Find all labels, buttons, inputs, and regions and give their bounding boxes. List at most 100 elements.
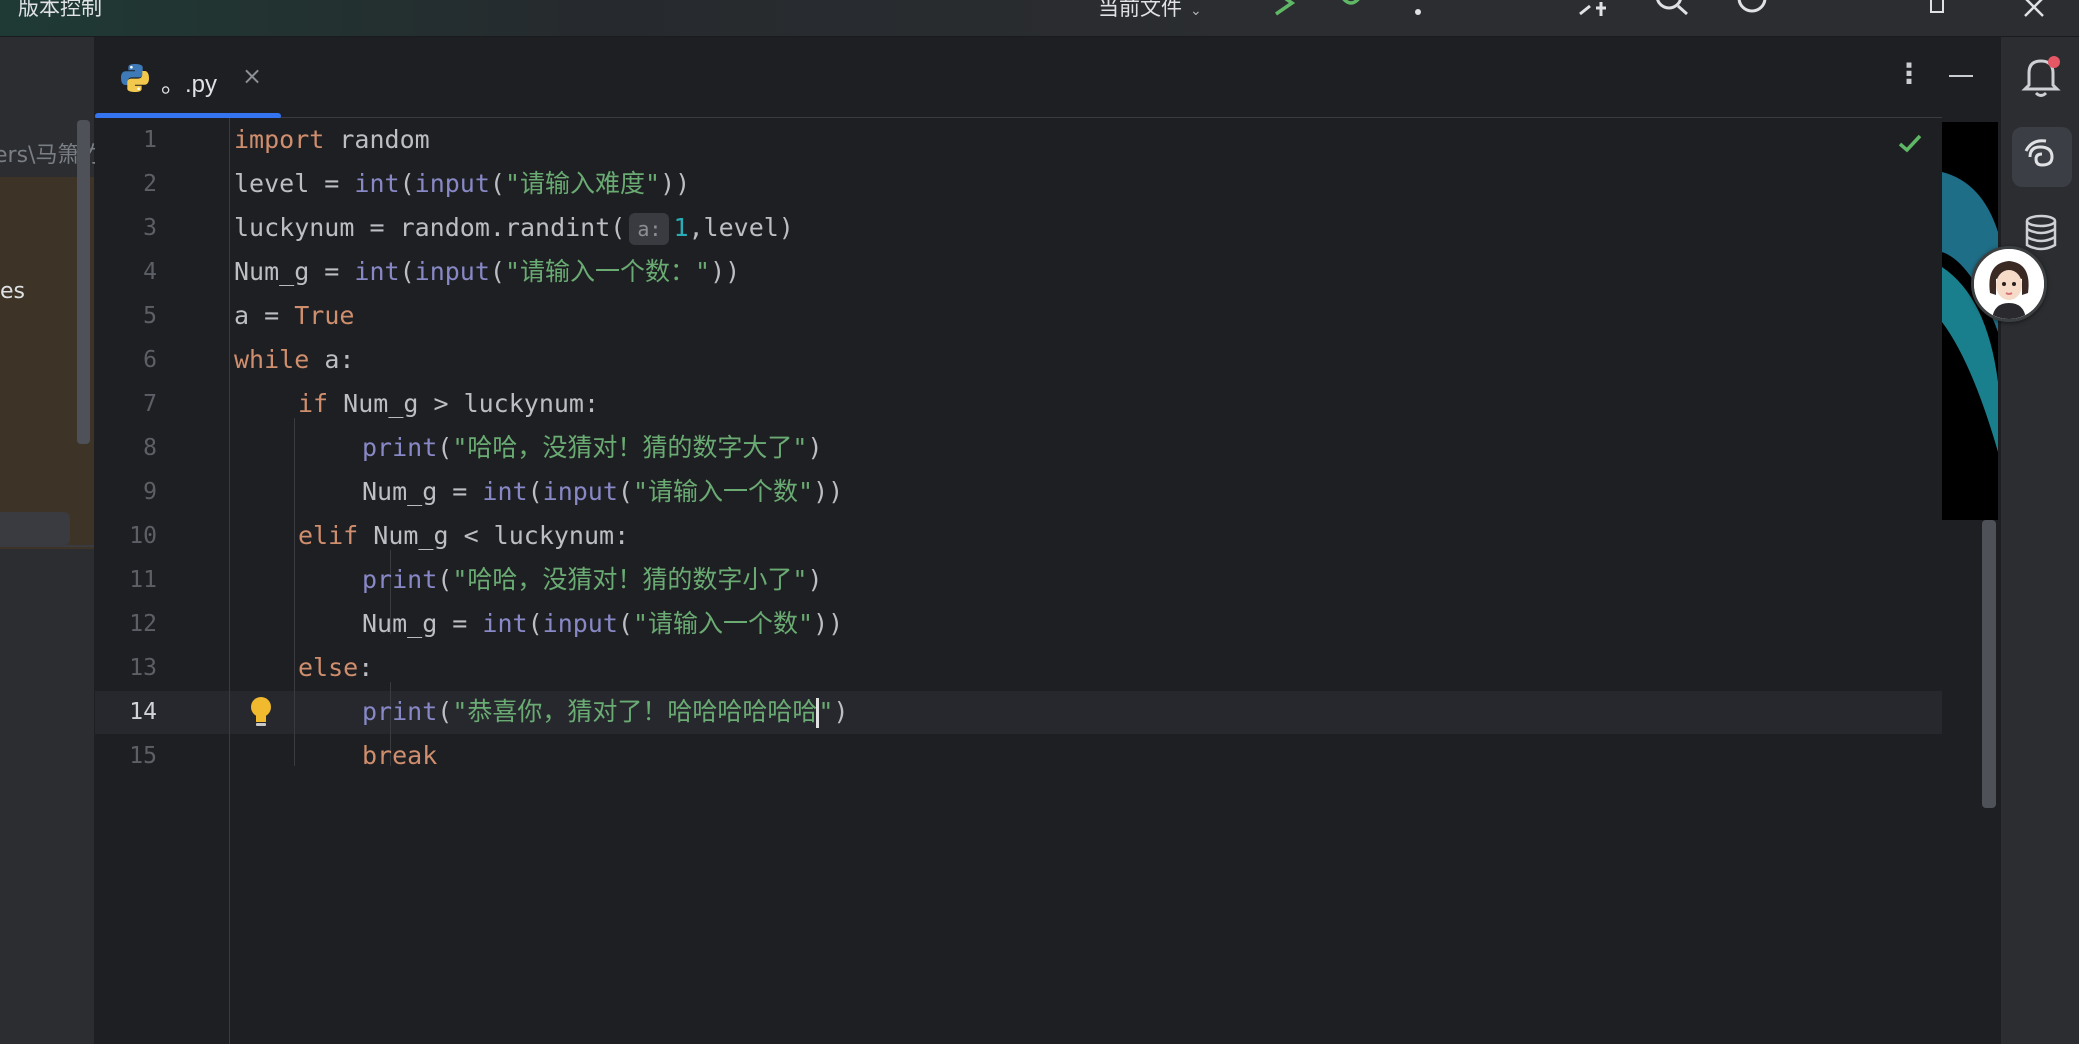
string-literal: "恭喜你，猜对了！哈哈哈哈哈哈 xyxy=(452,697,818,726)
code-with-me-icon[interactable] xyxy=(1576,0,1616,18)
code-text: level = xyxy=(234,169,355,198)
string-literal: "请输入一个数" xyxy=(632,609,814,638)
string-literal: "请输入一个数" xyxy=(632,477,814,506)
inspection-ok-icon[interactable] xyxy=(1897,132,1923,154)
string-literal: " xyxy=(818,697,834,726)
editor-scrollbar-thumb[interactable] xyxy=(1982,520,1996,808)
chevron-down-icon: ⌄ xyxy=(1190,3,1202,19)
tab-options-icon[interactable]: ⋮ xyxy=(1895,57,1923,90)
debug-icon[interactable] xyxy=(1334,0,1368,18)
line-number[interactable]: 3 xyxy=(95,206,157,250)
builtin: input xyxy=(542,609,618,638)
code-text: )) xyxy=(710,257,741,286)
line-number[interactable]: 4 xyxy=(95,250,157,294)
code-line-7[interactable]: if Num_g > luckynum: xyxy=(298,382,599,426)
line-number[interactable]: 10 xyxy=(95,514,157,558)
ai-assistant-button[interactable] xyxy=(2012,127,2072,187)
code-text: ( xyxy=(399,169,415,198)
builtin: input xyxy=(414,257,490,286)
code-line-3[interactable]: luckynum = random.randint(a: 1,level) xyxy=(234,206,794,250)
code-line-5[interactable]: a = True xyxy=(234,294,354,338)
code-line-9[interactable]: Num_g = int(input("请输入一个数")) xyxy=(362,470,843,514)
close-window-icon[interactable] xyxy=(2022,0,2046,18)
code-text: ( xyxy=(399,257,415,286)
line-number[interactable]: 13 xyxy=(95,646,157,690)
code-text: ( xyxy=(527,477,543,506)
code-line-1[interactable]: import random xyxy=(234,118,430,162)
line-number-current[interactable]: 14 xyxy=(95,690,157,734)
settings-gear-icon[interactable] xyxy=(1734,0,1770,18)
code-line-6[interactable]: while a: xyxy=(234,338,354,382)
run-configuration-selector[interactable]: 当前文件 ⌄ xyxy=(1098,0,1202,22)
line-number[interactable]: 1 xyxy=(95,118,157,162)
decorative-image xyxy=(1942,172,1998,452)
project-scrollbar[interactable] xyxy=(77,120,90,444)
more-actions-icon[interactable] xyxy=(1412,0,1424,18)
run-configuration-label: 当前文件 xyxy=(1098,0,1182,20)
builtin: print xyxy=(362,433,438,462)
line-number[interactable]: 15 xyxy=(95,734,157,778)
string-literal: "哈哈，没猜对！猜的数字大了" xyxy=(452,433,808,462)
code-line-12[interactable]: Num_g = int(input("请输入一个数")) xyxy=(362,602,843,646)
code-text: random xyxy=(324,125,430,154)
parameter-hint: a: xyxy=(629,213,670,245)
string-literal: "请输入难度" xyxy=(504,169,661,198)
line-number[interactable]: 5 xyxy=(95,294,157,338)
line-number[interactable]: 12 xyxy=(95,602,157,646)
code-text: a = xyxy=(234,301,295,330)
background-image-strip xyxy=(1942,122,1998,520)
code-line-13[interactable]: else: xyxy=(298,646,373,690)
keyword: import xyxy=(234,125,325,154)
project-panel: ers\马箫竹 es xyxy=(0,37,101,1044)
run-icon[interactable] xyxy=(1268,0,1298,18)
minimize-icon[interactable] xyxy=(1949,75,1973,77)
close-tab-icon[interactable]: × xyxy=(242,62,262,90)
code-line-8[interactable]: print("哈哈，没猜对！猜的数字大了") xyxy=(362,426,823,470)
python-file-icon xyxy=(121,64,149,92)
code-line-10[interactable]: elif Num_g < luckynum: xyxy=(298,514,629,558)
line-number[interactable]: 11 xyxy=(95,558,157,602)
line-number[interactable]: 2 xyxy=(95,162,157,206)
code-text: ( xyxy=(437,697,453,726)
tab-filename: 。.py xyxy=(161,71,218,98)
code-text: ( xyxy=(617,609,633,638)
code-text: ) xyxy=(807,565,823,594)
search-icon[interactable] xyxy=(1655,0,1691,18)
line-number[interactable]: 8 xyxy=(95,426,157,470)
code-text: ) xyxy=(833,697,849,726)
line-number[interactable]: 6 xyxy=(95,338,157,382)
maximize-window-icon[interactable] xyxy=(1928,0,1948,18)
builtin: input xyxy=(414,169,490,198)
code-line-11[interactable]: print("哈哈，没猜对！猜的数字小了") xyxy=(362,558,823,602)
keyword: else xyxy=(298,653,359,682)
code-line-15[interactable]: break xyxy=(362,734,437,778)
code-text: ,level) xyxy=(688,213,794,242)
project-panel-tab[interactable] xyxy=(0,512,70,545)
version-control-menu[interactable]: 版本控制 xyxy=(18,0,102,22)
divider xyxy=(0,545,94,547)
notification-bell-icon[interactable] xyxy=(2021,55,2061,99)
editor-tab-bar: 。.py × ⋮ xyxy=(95,37,1942,119)
builtin: int xyxy=(482,609,528,638)
title-bar: 版本控制 当前文件 ⌄ xyxy=(0,0,2079,37)
builtin: print xyxy=(362,565,438,594)
code-line-4[interactable]: Num_g = int(input("请输入一个数：")) xyxy=(234,250,740,294)
string-literal: "哈哈，没猜对！猜的数字小了" xyxy=(452,565,808,594)
editor-tab[interactable]: 。.py × xyxy=(95,37,282,119)
code-line-14[interactable]: print("恭喜你，猜对了！哈哈哈哈哈哈") xyxy=(362,690,849,734)
intention-bulb-icon[interactable] xyxy=(249,696,273,730)
line-number[interactable]: 9 xyxy=(95,470,157,514)
keyword: elif xyxy=(298,521,359,550)
string-literal: "请输入一个数：" xyxy=(504,257,711,286)
code-text: Num_g = xyxy=(362,609,483,638)
code-text: : xyxy=(358,653,374,682)
project-item[interactable]: es xyxy=(0,279,25,304)
code-line-2[interactable]: level = int(input("请输入难度")) xyxy=(234,162,690,206)
line-number[interactable]: 7 xyxy=(95,382,157,426)
keyword: while xyxy=(234,345,310,374)
user-avatar[interactable] xyxy=(1971,246,2047,322)
code-text: Num_g = xyxy=(362,477,483,506)
code-text: Num_g = xyxy=(234,257,355,286)
database-icon[interactable] xyxy=(2023,213,2059,253)
code-editor[interactable]: 1 2 3 4 5 6 7 8 9 10 11 12 13 14 15 impo… xyxy=(95,118,1942,1044)
